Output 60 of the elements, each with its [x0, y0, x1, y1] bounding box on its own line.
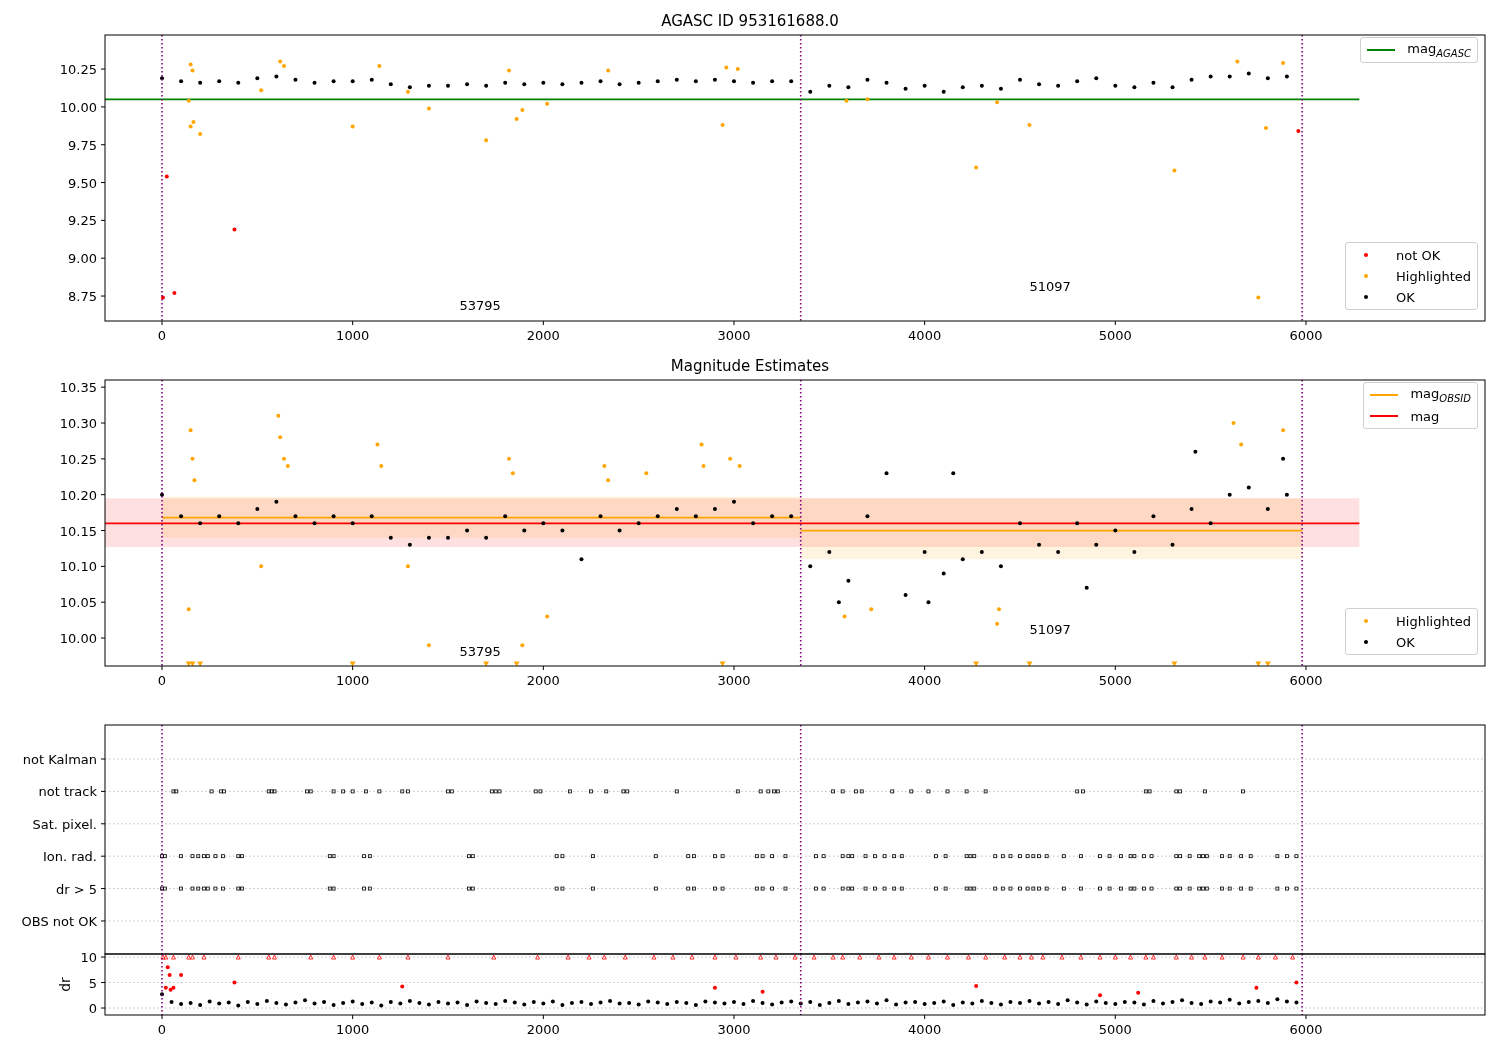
- tick-label: 5: [88, 975, 97, 991]
- annotation-label: 53795: [459, 643, 501, 659]
- tick-label: 10.20: [59, 487, 97, 503]
- tick-label: 8.75: [68, 289, 97, 305]
- row-label: not track: [38, 784, 97, 800]
- legend-label: Highlighted: [1396, 268, 1471, 284]
- legend-label: mag$_{OBSID}$: [1410, 386, 1471, 404]
- row-label: Ion. rad.: [43, 849, 97, 865]
- tick-label: 0: [157, 1022, 167, 1037]
- legend-label: not OK: [1396, 247, 1441, 263]
- tick-label: 3000: [717, 1022, 751, 1037]
- tick-label: 4000: [908, 1022, 942, 1037]
- tick-label: 6000: [1289, 328, 1323, 343]
- tick-label: 0: [157, 673, 167, 688]
- tick-label: 10.00: [59, 99, 97, 115]
- tick-label: 10.15: [59, 523, 97, 539]
- tick-label: 0: [88, 1001, 97, 1016]
- tick-label: 10.00: [59, 631, 97, 647]
- tick-label: 6000: [1289, 673, 1323, 688]
- legend-label: Highlighted: [1396, 613, 1471, 629]
- tick-label: 9.25: [68, 213, 97, 229]
- tick-label: 10.05: [59, 595, 97, 611]
- row-label: not Kalman: [22, 752, 97, 767]
- legend-label: mag: [1410, 408, 1440, 424]
- tick-label: 5000: [1098, 673, 1132, 688]
- chart-title: AGASC ID 953161688.0: [661, 11, 839, 30]
- tick-label: 9.75: [68, 137, 97, 153]
- tick-label: 10.25: [59, 62, 97, 78]
- tick-label: 1000: [336, 328, 370, 343]
- legend-label: OK: [1396, 289, 1415, 305]
- annotation-label: 51097: [1029, 279, 1071, 295]
- row-label: dr > 5: [55, 881, 97, 897]
- tick-label: 6000: [1289, 1022, 1323, 1037]
- row-label: Sat. pixel.: [32, 816, 97, 832]
- annotation-label: 51097: [1029, 622, 1071, 638]
- tick-label: 10.35: [59, 380, 97, 396]
- tick-label: 2000: [526, 328, 560, 343]
- legend-label: mag$_{AGASC}$: [1407, 41, 1471, 59]
- tick-label: 10.25: [59, 451, 97, 467]
- tick-label: 5000: [1098, 1022, 1132, 1037]
- tick-label: 9.50: [68, 175, 97, 191]
- tick-label: 10.10: [59, 559, 97, 575]
- tick-label: 3000: [717, 328, 751, 343]
- tick-label: 2000: [526, 1022, 560, 1037]
- tick-label: 9.00: [68, 251, 97, 267]
- tick-label: 1000: [336, 673, 370, 688]
- tick-label: 10.30: [59, 416, 97, 431]
- annotation-label: 53795: [459, 297, 501, 313]
- tick-label: 1000: [336, 1022, 370, 1037]
- chart-title: Magnitude Estimates: [670, 356, 830, 375]
- tick-label: 3000: [717, 673, 751, 688]
- tick-label: 10: [80, 950, 97, 966]
- legend-label: OK: [1396, 634, 1415, 650]
- tick-label: 5000: [1098, 328, 1132, 343]
- axis-label: dr: [57, 977, 73, 992]
- tick-label: 0: [157, 328, 167, 343]
- tick-label: 2000: [526, 673, 560, 688]
- tick-label: 4000: [908, 673, 942, 688]
- row-label: OBS not OK: [21, 913, 97, 929]
- tick-label: 4000: [908, 328, 942, 343]
